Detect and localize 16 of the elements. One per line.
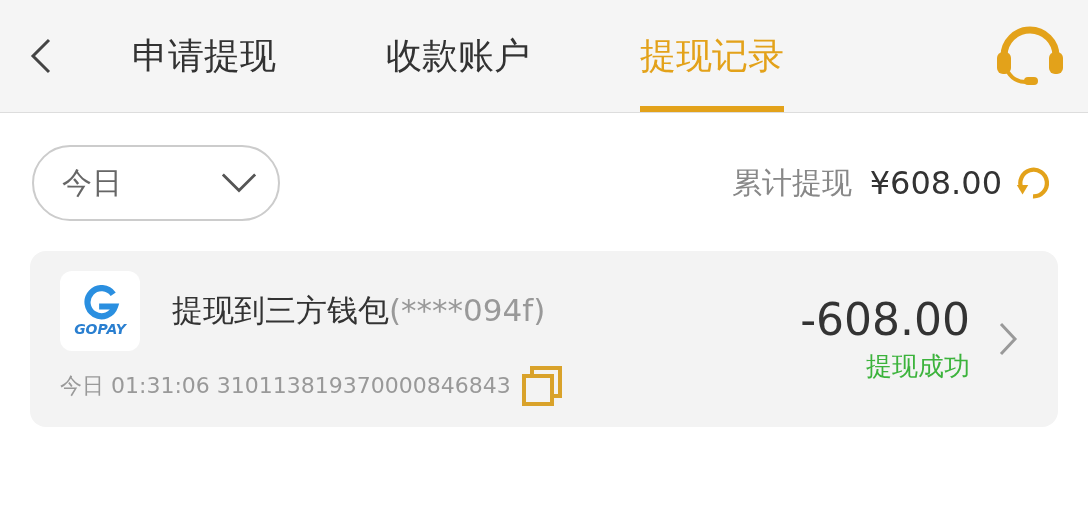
- record-card[interactable]: GOPAY 提现到三方钱包(****094f) 今日 01:31:06 310113819370000846843 -608.00 提现成功: [30, 251, 1058, 427]
- record-meta: 今日 01:31:06 310113819370000846843: [60, 372, 511, 400]
- wallet-logo: GOPAY: [60, 271, 140, 351]
- total-amount: ¥608.00: [869, 164, 1002, 202]
- chevron-right-icon: [998, 321, 1018, 357]
- chevron-down-icon: [220, 171, 258, 195]
- headset-icon[interactable]: [994, 26, 1066, 86]
- record-title: 提现到三方钱包(****094f): [172, 291, 546, 330]
- record-status: 提现成功: [866, 350, 970, 383]
- tab[interactable]: 申请提现: [132, 0, 276, 112]
- copy-icon[interactable]: [520, 365, 563, 407]
- total-label: 累计提现: [731, 163, 852, 202]
- tab[interactable]: 收款账户: [386, 0, 530, 112]
- back-icon[interactable]: [30, 38, 52, 74]
- record-amount: -608.00: [800, 294, 970, 345]
- date-dropdown[interactable]: 今日: [32, 145, 280, 221]
